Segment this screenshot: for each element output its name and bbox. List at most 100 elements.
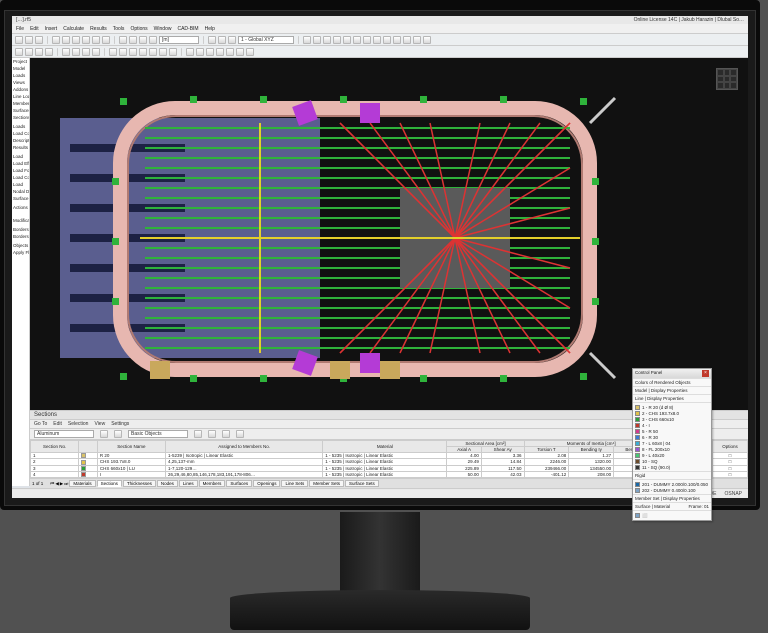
- menu-insert[interactable]: Insert: [45, 26, 58, 32]
- navigator-panel[interactable]: ProjectModelLoadsViewsAddonsLine LoadsMe…: [12, 58, 30, 486]
- tool-icon[interactable]: [218, 36, 226, 44]
- render-icon[interactable]: [139, 36, 147, 44]
- filter-btn[interactable]: [100, 430, 108, 438]
- filter-dropdown[interactable]: Aluminum: [34, 430, 94, 438]
- tool-icon[interactable]: [194, 430, 202, 438]
- sect-btn-edit[interactable]: Edit: [53, 421, 62, 427]
- view-cube[interactable]: [716, 68, 738, 90]
- tool-icon[interactable]: [206, 48, 214, 56]
- status-osnap[interactable]: OSNAP: [724, 491, 742, 497]
- pager-prev-icon[interactable]: ◀: [55, 481, 58, 487]
- tab-materials[interactable]: Materials: [69, 480, 95, 487]
- tool-icon[interactable]: [333, 36, 341, 44]
- nav-item[interactable]: Load: [12, 181, 29, 188]
- tool-icon[interactable]: [62, 48, 70, 56]
- units-dropdown[interactable]: [m]: [159, 36, 199, 44]
- nav-item[interactable]: Descriptions: [12, 137, 29, 144]
- col-members[interactable]: Assigned to Members No.: [165, 441, 322, 453]
- menu-window[interactable]: Window: [154, 26, 172, 32]
- tool-icon[interactable]: [82, 48, 90, 56]
- tool-icon[interactable]: [353, 36, 361, 44]
- tool-icon[interactable]: [109, 48, 117, 56]
- tool-icon[interactable]: [119, 48, 127, 56]
- tool-icon[interactable]: [313, 36, 321, 44]
- view-icon[interactable]: [149, 36, 157, 44]
- mode-dropdown[interactable]: Basic Objects: [128, 430, 188, 438]
- menu-results[interactable]: Results: [90, 26, 107, 32]
- nav-item[interactable]: Addons: [12, 86, 29, 93]
- nav-item[interactable]: Load Effects: [12, 160, 29, 167]
- tool-icon[interactable]: [363, 36, 371, 44]
- tool-icon[interactable]: [303, 36, 311, 44]
- col-no[interactable]: Section No.: [31, 441, 79, 453]
- print-icon[interactable]: [52, 36, 60, 44]
- tool-icon[interactable]: [208, 430, 216, 438]
- tool-icon[interactable]: [236, 430, 244, 438]
- tab-thicknesses[interactable]: Thicknesses: [123, 480, 156, 487]
- grid-icon[interactable]: [129, 36, 137, 44]
- tool-icon[interactable]: [149, 48, 157, 56]
- nav-item[interactable]: Nodal Deformations: [12, 188, 29, 195]
- nav-item[interactable]: Load Coefficients: [12, 174, 29, 181]
- sect-btn-settings[interactable]: Settings: [111, 421, 129, 427]
- cp-opt[interactable]: ⬜: [642, 513, 648, 519]
- tab-surfacesets[interactable]: Surface Sets: [345, 480, 379, 487]
- open-icon[interactable]: [25, 36, 33, 44]
- menu-cadbim[interactable]: CAD-BIM: [177, 26, 198, 32]
- paste-icon[interactable]: [82, 36, 90, 44]
- control-panel[interactable]: Control Panel × Colors of Rendered Objec…: [632, 368, 712, 521]
- cp-swatch-row[interactable]: 202 - DUMMY 0.400/0.100: [635, 487, 709, 493]
- menu-edit[interactable]: Edit: [30, 26, 39, 32]
- redo-icon[interactable]: [102, 36, 110, 44]
- cp-swatch-row[interactable]: 11 - SQ (90.0): [635, 464, 709, 470]
- nav-item[interactable]: Views: [12, 79, 29, 86]
- tool-icon[interactable]: [92, 48, 100, 56]
- nav-item[interactable]: Objects in Recip…: [12, 242, 29, 249]
- tool-icon[interactable]: [216, 48, 224, 56]
- col-color[interactable]: [79, 441, 98, 453]
- nav-item[interactable]: Apply Fly Views: [12, 249, 29, 256]
- tool-icon[interactable]: [159, 48, 167, 56]
- tool-icon[interactable]: [45, 48, 53, 56]
- tool-icon[interactable]: [343, 36, 351, 44]
- tool-icon[interactable]: [35, 48, 43, 56]
- tool-icon[interactable]: [139, 48, 147, 56]
- sect-btn-selection[interactable]: Selection: [68, 421, 89, 427]
- col-options[interactable]: Options: [712, 441, 747, 453]
- tool-icon[interactable]: [72, 48, 80, 56]
- pager-last-icon[interactable]: ⏭: [64, 481, 68, 486]
- close-icon[interactable]: ×: [702, 370, 709, 377]
- nav-item[interactable]: Load Forces: [12, 167, 29, 174]
- nav-item[interactable]: Load Combinations: [12, 130, 29, 137]
- tool-icon[interactable]: [186, 48, 194, 56]
- nav-item[interactable]: Project: [12, 58, 29, 65]
- nav-item[interactable]: Surface Deformations: [12, 195, 29, 202]
- control-panel-title[interactable]: Control Panel ×: [633, 369, 711, 378]
- nav-item[interactable]: Modification on Cu…: [12, 217, 29, 224]
- nav-item[interactable]: Line Loads: [12, 93, 29, 100]
- tab-nodes[interactable]: Nodes: [157, 480, 178, 487]
- save-icon[interactable]: [35, 36, 43, 44]
- cp-swatch-row[interactable]: 201 - DUMMY 2.000/0.100/0.050: [635, 481, 709, 487]
- tab-sections[interactable]: Sections: [97, 480, 122, 487]
- tool-icon[interactable]: [226, 48, 234, 56]
- nav-item[interactable]: Surfaces: [12, 107, 29, 114]
- tab-membersets[interactable]: Member Sets: [309, 480, 344, 487]
- coordsys-dropdown[interactable]: 1 - Global XYZ: [238, 36, 294, 44]
- sect-btn-view[interactable]: View: [94, 421, 105, 427]
- menu-help[interactable]: Help: [205, 26, 215, 32]
- tool-icon[interactable]: [423, 36, 431, 44]
- nav-item[interactable]: Loads: [12, 123, 29, 130]
- tool-icon[interactable]: [413, 36, 421, 44]
- tool-icon[interactable]: [236, 48, 244, 56]
- filter-btn[interactable]: [114, 430, 122, 438]
- tool-icon[interactable]: [169, 48, 177, 56]
- tool-icon[interactable]: [246, 48, 254, 56]
- measure-icon[interactable]: [119, 36, 127, 44]
- tool-icon[interactable]: [228, 36, 236, 44]
- tool-icon[interactable]: [208, 36, 216, 44]
- new-icon[interactable]: [15, 36, 23, 44]
- menu-options[interactable]: Options: [130, 26, 147, 32]
- pager-first-icon[interactable]: ⏮: [50, 481, 54, 486]
- nav-item[interactable]: Model: [12, 65, 29, 72]
